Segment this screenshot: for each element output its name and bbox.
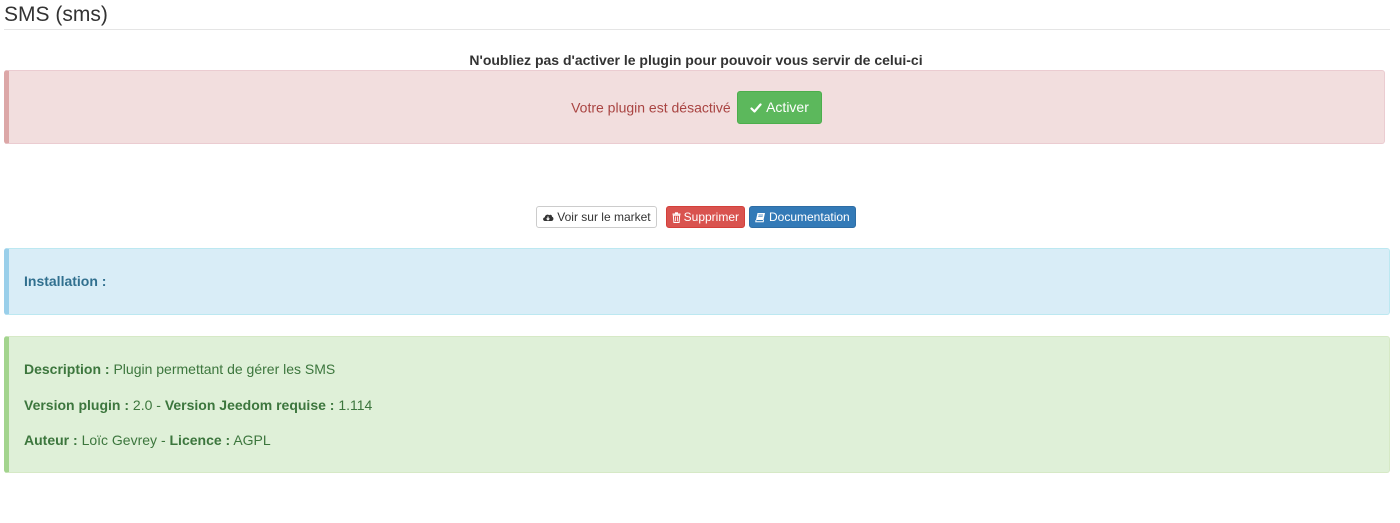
documentation-label: Documentation [769, 210, 850, 224]
installation-label: Installation : [24, 273, 107, 289]
author-separator: - [160, 432, 166, 448]
plugin-disabled-alert: Votre plugin est désactivé Activer [4, 70, 1385, 144]
author-line: Auteur : Loïc Gevrey - Licence : AGPL [24, 432, 271, 448]
installation-panel: Installation : [4, 248, 1390, 315]
activation-notice: N'oubliez pas d'activer le plugin pour p… [469, 52, 923, 68]
license-value: AGPL [233, 432, 271, 448]
description-value: Plugin permettant de gérer les SMS [113, 361, 336, 377]
plugin-info-panel: Description : Plugin permettant de gérer… [4, 336, 1390, 473]
activate-button[interactable]: Activer [737, 91, 822, 124]
version-jeedom-label: Version Jeedom requise : [164, 397, 335, 413]
author-value: Loïc Gevrey [81, 432, 158, 448]
documentation-button[interactable]: Documentation [749, 206, 856, 228]
activate-label: Activer [766, 99, 809, 115]
version-plugin-label: Version plugin : [24, 397, 130, 413]
version-plugin-value: 2.0 [132, 397, 153, 413]
disabled-message: Votre plugin est désactivé [571, 99, 731, 116]
delete-label: Supprimer [683, 210, 739, 224]
author-label: Auteur : [24, 432, 78, 448]
license-label: Licence : [169, 432, 231, 448]
page-title: SMS (sms) [4, 3, 108, 26]
check-icon [750, 103, 762, 113]
delete-button[interactable]: Supprimer [665, 206, 745, 228]
title-divider [4, 29, 1390, 30]
market-button[interactable]: Voir sur le market [536, 206, 657, 228]
book-icon [755, 213, 765, 223]
plugin-actions: Voir sur le market Supprimer Documentati… [0, 206, 1392, 228]
cloud-download-icon [543, 214, 554, 221]
version-jeedom-value: 1.114 [338, 397, 373, 413]
version-line: Version plugin : 2.0 - Version Jeedom re… [24, 397, 372, 413]
market-label: Voir sur le market [557, 210, 651, 224]
description-line: Description : Plugin permettant de gérer… [24, 361, 335, 377]
description-label: Description : [24, 361, 110, 377]
trash-icon [672, 212, 681, 223]
version-separator: - [156, 397, 161, 413]
